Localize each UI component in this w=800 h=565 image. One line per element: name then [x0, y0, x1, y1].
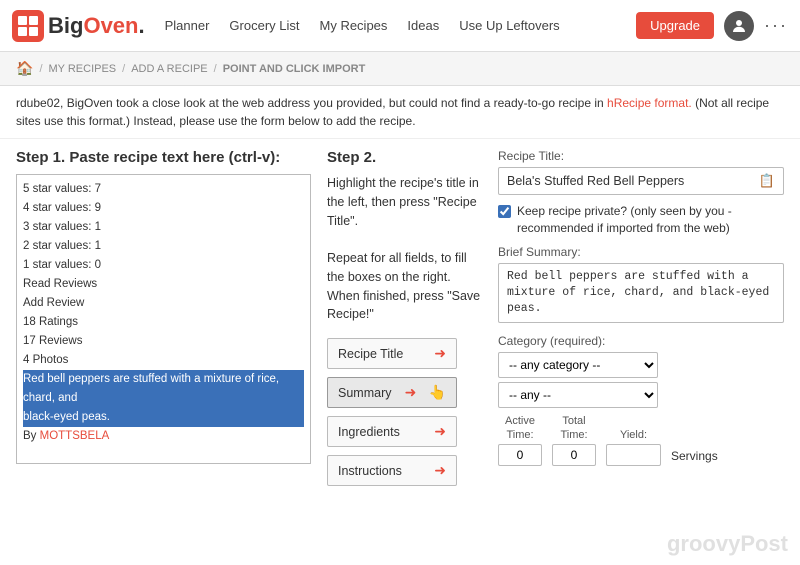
yield-col: Yield: [606, 428, 661, 466]
paste-area[interactable]: 5 star values: 7 4 star values: 9 3 star… [16, 174, 311, 464]
logo-text: BigOven. [48, 13, 145, 39]
avatar[interactable] [724, 11, 754, 41]
paste-line: 18 Ratings [23, 313, 304, 332]
recipe-title-btn[interactable]: Recipe Title ➜ [327, 338, 457, 369]
middle-panel: Step 2. Highlight the recipe's title in … [327, 149, 482, 555]
ingredients-arrow-icon: ➜ [434, 423, 446, 440]
recipe-title-btn-label: Recipe Title [338, 347, 403, 361]
nav-ideas[interactable]: Ideas [407, 14, 439, 37]
step2-description: Highlight the recipe's title in the left… [327, 174, 482, 324]
alert-bar: rdube02, BigOven took a close look at th… [0, 86, 800, 139]
step1-heading: Step 1. Paste recipe text here (ctrl-v): [16, 149, 311, 166]
paste-line: 4 Photos [23, 351, 304, 370]
instructions-btn[interactable]: Instructions ➜ [327, 455, 457, 486]
time-yield-row: ActiveTime: TotalTime: Yield: Servings [498, 414, 784, 467]
breadcrumb-my-recipes[interactable]: MY RECIPES [49, 63, 117, 75]
recipe-title-label: Recipe Title: [498, 149, 784, 163]
breadcrumb-sep-1: / [39, 63, 42, 75]
nav-my-recipes[interactable]: My Recipes [320, 14, 388, 37]
header-right: Upgrade ··· [636, 11, 788, 41]
nav-grocery-list[interactable]: Grocery List [229, 14, 299, 37]
paste-line [23, 446, 304, 464]
logo[interactable]: BigOven. [12, 10, 145, 42]
paste-line: 2 star values: 1 [23, 237, 304, 256]
instructions-arrow-icon: ➜ [434, 462, 446, 479]
recipe-title-value: Bela's Stuffed Red Bell Peppers [507, 174, 759, 188]
paste-line: 3 star values: 1 [23, 218, 304, 237]
ingredients-btn[interactable]: Ingredients ➜ [327, 416, 457, 447]
total-time-input[interactable] [552, 444, 596, 466]
step2-heading: Step 2. [327, 149, 482, 166]
summary-btn[interactable]: Summary ➜ 👆 [327, 377, 457, 408]
summary-btn-label: Summary [338, 386, 391, 400]
recipe-title-input-row[interactable]: Bela's Stuffed Red Bell Peppers 📋 [498, 167, 784, 195]
category-select-2[interactable]: -- any -- [498, 382, 658, 408]
keep-private-checkbox[interactable] [498, 205, 511, 218]
breadcrumb-add-recipe[interactable]: ADD A RECIPE [131, 63, 207, 75]
header: BigOven. Planner Grocery List My Recipes… [0, 0, 800, 52]
breadcrumb-current: POINT AND CLICK IMPORT [223, 63, 366, 75]
keep-private-label: Keep recipe private? (only seen by you -… [517, 203, 784, 237]
paste-line: 17 Reviews [23, 332, 304, 351]
copy-icon: 📋 [759, 173, 775, 189]
recipe-title-arrow-icon: ➜ [434, 345, 446, 362]
cursor-icon: 👆 [429, 384, 446, 401]
logo-icon [12, 10, 44, 42]
paste-line: 1 star values: 0 [23, 256, 304, 275]
main-nav: Planner Grocery List My Recipes Ideas Us… [165, 14, 637, 37]
active-time-col: ActiveTime: [498, 414, 542, 467]
home-icon[interactable]: 🏠 [16, 60, 33, 77]
breadcrumb: 🏠 / MY RECIPES / ADD A RECIPE / POINT AN… [0, 52, 800, 86]
active-time-label: ActiveTime: [505, 414, 535, 443]
nav-use-up-leftovers[interactable]: Use Up Leftovers [459, 14, 559, 37]
yield-input[interactable] [606, 444, 661, 466]
instructions-btn-label: Instructions [338, 464, 402, 478]
category-label: Category (required): [498, 334, 784, 348]
author-link[interactable]: MOTTSBELA [40, 430, 110, 442]
keep-private-row: Keep recipe private? (only seen by you -… [498, 203, 784, 237]
right-panel: Recipe Title: Bela's Stuffed Red Bell Pe… [498, 149, 784, 555]
servings-label: Servings [671, 449, 718, 463]
watermark: groovyPost [667, 531, 788, 557]
hrecipe-link[interactable]: hRecipe format. [607, 96, 692, 110]
upgrade-button[interactable]: Upgrade [636, 12, 714, 39]
alert-text-pre: rdube02, BigOven took a close look at th… [16, 96, 607, 110]
total-time-label: TotalTime: [560, 414, 587, 443]
breadcrumb-sep-2: / [122, 63, 125, 75]
paste-line: Read Reviews [23, 275, 304, 294]
more-options-button[interactable]: ··· [764, 15, 788, 36]
active-time-input[interactable] [498, 444, 542, 466]
brief-summary-label: Brief Summary: [498, 245, 784, 259]
paste-line: 5 star values: 7 [23, 180, 304, 199]
paste-line: By MOTTSBELA [23, 427, 304, 446]
brief-summary-input[interactable]: Red bell peppers are stuffed with a mixt… [498, 263, 784, 323]
ingredients-btn-label: Ingredients [338, 425, 400, 439]
main-content: Step 1. Paste recipe text here (ctrl-v):… [0, 139, 800, 565]
category-select-1[interactable]: -- any category -- [498, 352, 658, 378]
breadcrumb-sep-3: / [214, 63, 217, 75]
highlighted-line: Red bell peppers are stuffed with a mixt… [23, 370, 304, 427]
summary-arrow-icon: ➜ [405, 384, 417, 401]
nav-planner[interactable]: Planner [165, 14, 210, 37]
paste-line: 4 star values: 9 [23, 199, 304, 218]
paste-line: Add Review [23, 294, 304, 313]
yield-label: Yield: [620, 428, 647, 442]
left-panel: Step 1. Paste recipe text here (ctrl-v):… [16, 149, 311, 555]
total-time-col: TotalTime: [552, 414, 596, 467]
